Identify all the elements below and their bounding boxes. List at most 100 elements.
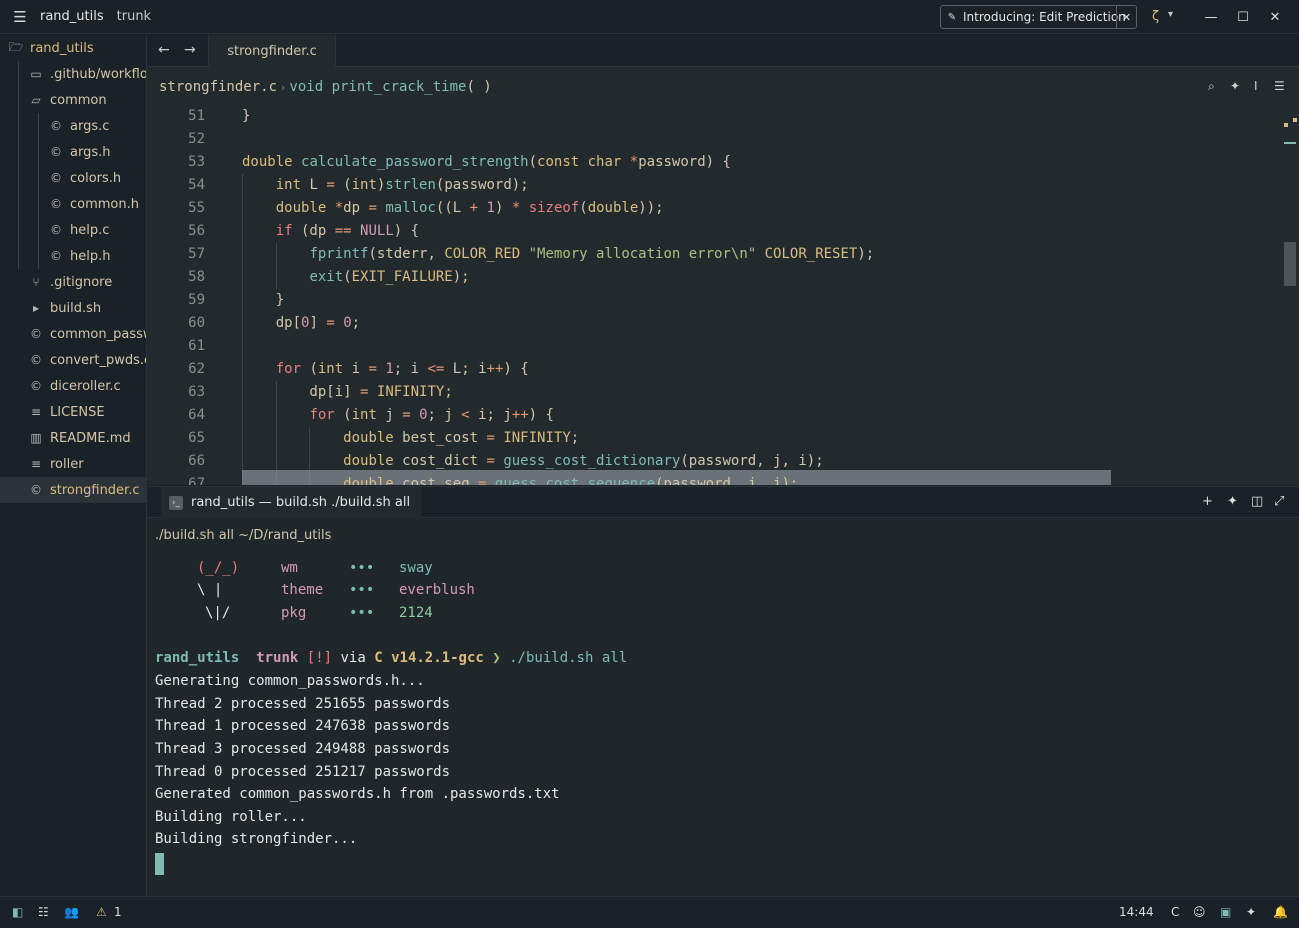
output-line: Building roller...: [155, 809, 307, 825]
code-line: double *dp = malloc((L + 1) * sizeof(dou…: [275, 200, 664, 216]
fetch-art: \ |: [197, 582, 223, 598]
breadcrumb-file[interactable]: strongfinder.c: [159, 79, 277, 95]
breadcrumb-keyword[interactable]: void: [289, 79, 323, 95]
tree-item[interactable]: © args.h: [0, 139, 146, 165]
code-line: double cost_seq = guess_cost_sequence(pa…: [343, 476, 799, 485]
tree-item[interactable]: ▱ common: [0, 87, 146, 113]
line-number: 51: [188, 108, 205, 124]
terminal-icon[interactable]: ▣: [1220, 905, 1231, 919]
tree-item[interactable]: © diceroller.c: [0, 373, 146, 399]
close-icon[interactable]: ✕: [1116, 6, 1136, 28]
assistant-icon[interactable]: ✦: [1246, 905, 1256, 919]
prompt-line: rand_utils trunk [!] via C v14.2.1-gcc ❯…: [155, 650, 627, 672]
project-name[interactable]: rand_utils: [40, 9, 104, 24]
zeta-icon[interactable]: ζ: [1152, 9, 1159, 24]
c-file-icon: ©: [30, 483, 42, 497]
tree-item[interactable]: ▥ README.md: [0, 425, 146, 451]
search-icon[interactable]: ⌕: [1208, 79, 1215, 94]
tree-label: diceroller.c: [50, 378, 121, 394]
code-line: dp[i] = INFINITY;: [242, 384, 453, 400]
code-line: double best_cost = INFINITY;: [343, 430, 580, 446]
project-panel-icon[interactable]: ◧: [12, 905, 23, 919]
output-line: Thread 0 processed 251217 passwords: [155, 764, 451, 780]
terminal-tab[interactable]: ›_ rand_utils — build.sh ./build.sh all: [161, 487, 421, 518]
c-file-icon: ©: [50, 171, 62, 185]
text-cursor-icon[interactable]: I: [1254, 79, 1258, 93]
warning-count[interactable]: 1: [114, 905, 122, 919]
forward-arrow-icon[interactable]: →: [184, 42, 196, 58]
prompt-dir: rand_utils: [155, 650, 240, 666]
tree-item[interactable]: ▸ build.sh: [0, 295, 146, 321]
hamburger-menu-icon[interactable]: ☰: [0, 0, 40, 34]
tree-item[interactable]: © help.c: [0, 217, 146, 243]
warning-icon[interactable]: ⚠: [96, 905, 107, 919]
scrollbar-thumb[interactable]: [1284, 242, 1296, 286]
tree-item[interactable]: ⑂ .gitignore: [0, 269, 146, 295]
assistant-icon[interactable]: ✦: [1227, 494, 1238, 509]
minimize-button[interactable]: —: [1201, 7, 1221, 27]
fetch-key: wm: [281, 560, 298, 576]
editor-scrollbar[interactable]: [1284, 110, 1297, 485]
close-window-button[interactable]: ✕: [1265, 7, 1285, 27]
text-file-icon: ≡: [30, 457, 42, 471]
language-selector[interactable]: C: [1171, 905, 1179, 919]
code-editor[interactable]: 51} 52 53 double calculate_password_stren…: [147, 105, 1299, 485]
tree-item[interactable]: © colors.h: [0, 165, 146, 191]
tree-label: convert_pwds.c: [50, 352, 147, 368]
tree-label: .gitignore: [50, 274, 113, 290]
breadcrumb: strongfinder.c › void print_crack_time (…: [147, 67, 1299, 107]
terminal[interactable]: ./build.sh all ~/D/rand_utils (_/_) wm •…: [147, 518, 1299, 896]
code-line: }: [242, 108, 251, 124]
tree-root[interactable]: 🗁 rand_utils: [0, 35, 146, 61]
tree-item[interactable]: © convert_pwds.c: [0, 347, 147, 373]
line-number: 66: [188, 453, 205, 469]
edit-prediction-banner[interactable]: ✎ Introducing: Edit Prediction ✕: [940, 5, 1137, 29]
maximize-icon[interactable]: ⤢: [1274, 494, 1284, 509]
tree-label: args.h: [70, 144, 111, 160]
settings-sliders-icon[interactable]: ☰: [1274, 79, 1285, 93]
c-file-icon: ©: [30, 353, 42, 367]
back-arrow-icon[interactable]: ←: [158, 42, 170, 58]
code-line: dp[0] = 0;: [242, 315, 361, 331]
code-line: for (int i = 1; i <= L; i++) {: [275, 361, 529, 377]
output-line: Thread 3 processed 249488 passwords: [155, 741, 451, 757]
breadcrumb-separator-icon: ›: [281, 80, 286, 94]
tree-item[interactable]: ≡ LICENSE: [0, 399, 146, 425]
copilot-icon[interactable]: ☺: [1193, 905, 1206, 919]
status-bar: ◧ ☷ 👥 ⚠ 1 14:44 C ☺ ▣ ✦ 🔔: [0, 896, 1299, 928]
line-number: 67: [188, 476, 205, 485]
tree-item-selected[interactable]: © strongfinder.c: [0, 477, 146, 503]
tree-label: common_passwords.h: [50, 326, 146, 342]
prompt-arrow: ❯: [492, 650, 501, 666]
tree-item[interactable]: ≡ roller: [0, 451, 146, 477]
tree-item[interactable]: © args.c: [0, 113, 146, 139]
tree-label: LICENSE: [50, 404, 105, 420]
collab-icon[interactable]: 👥: [64, 905, 79, 919]
maximize-button[interactable]: ☐: [1233, 7, 1253, 27]
tree-label: build.sh: [50, 300, 102, 316]
code-line: if (dp == NULL) {: [275, 223, 420, 239]
output-line: Thread 1 processed 247638 passwords: [155, 718, 451, 734]
output-line: Building strongfinder...: [155, 831, 358, 847]
title-bar: ☰ rand_utils trunk ✎ Introducing: Edit P…: [0, 0, 1299, 34]
line-number: 52: [188, 131, 205, 147]
line-number: 64: [188, 407, 205, 423]
cursor-position[interactable]: 14:44: [1119, 905, 1154, 919]
bell-icon[interactable]: 🔔: [1273, 905, 1288, 919]
tree-item[interactable]: © help.h: [0, 243, 146, 269]
plus-icon[interactable]: +: [1202, 494, 1213, 509]
tree-item[interactable]: ▭ .github/workflows: [0, 61, 146, 87]
branch-name[interactable]: trunk: [117, 9, 151, 24]
chevron-down-icon[interactable]: ▾: [1168, 9, 1173, 20]
assistant-icon[interactable]: ✦: [1230, 79, 1240, 93]
tree-item[interactable]: © common_passwords.h: [0, 321, 146, 347]
line-number: 56: [188, 223, 205, 239]
breadcrumb-args: ( ): [466, 79, 492, 95]
code-line: exit(EXIT_FAILURE);: [309, 269, 470, 285]
tree-label: colors.h: [70, 170, 122, 186]
split-pane-icon[interactable]: ◫: [1251, 494, 1263, 509]
outline-icon[interactable]: ☷: [38, 905, 49, 919]
editor-tab[interactable]: strongfinder.c: [208, 35, 336, 67]
tree-item[interactable]: © common.h: [0, 191, 146, 217]
breadcrumb-function[interactable]: print_crack_time: [332, 79, 467, 95]
